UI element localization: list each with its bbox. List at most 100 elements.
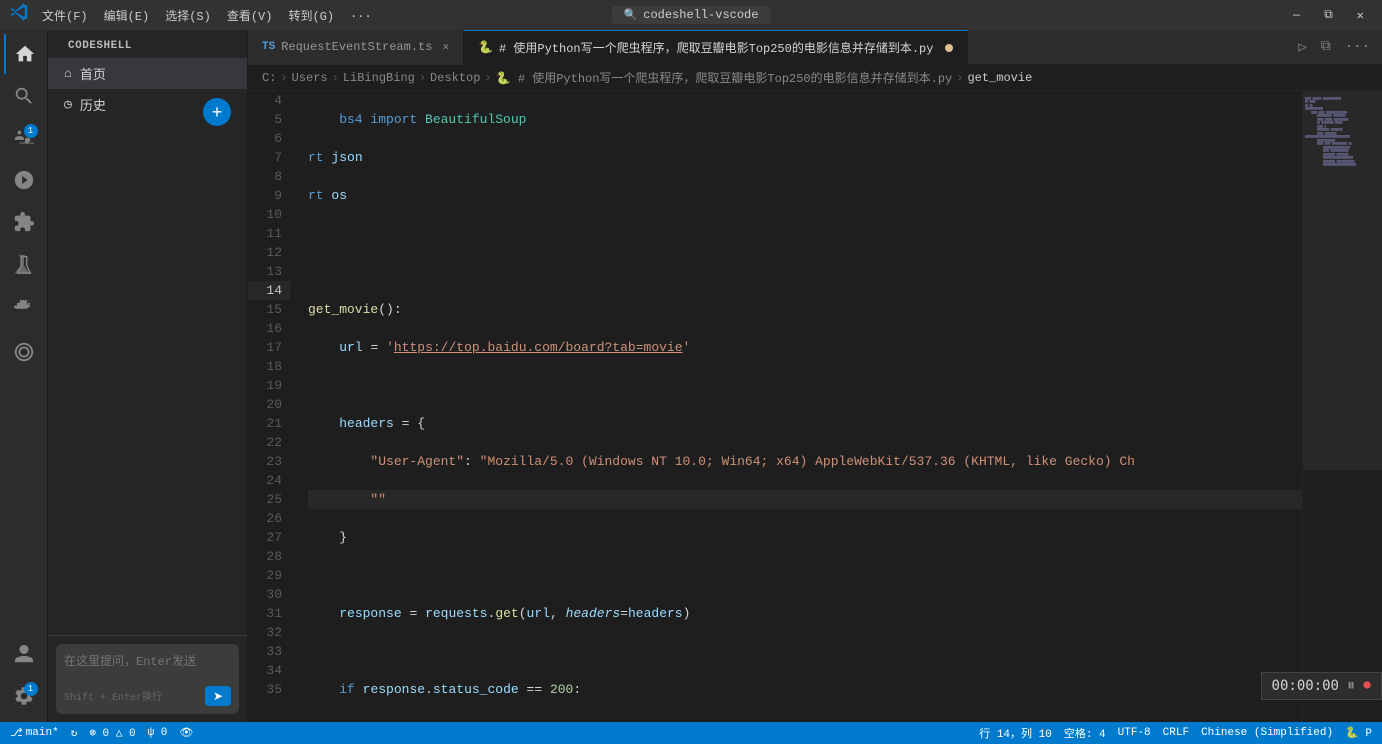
- breadcrumb-function[interactable]: get_movie: [967, 71, 1032, 85]
- home-icon: ⌂: [64, 66, 72, 81]
- tab-ts-close[interactable]: ✕: [442, 40, 449, 54]
- menu-file[interactable]: 文件(F): [36, 5, 94, 26]
- breadcrumb-drive[interactable]: C:: [262, 71, 276, 85]
- timer-pause-button[interactable]: ⏸: [1347, 677, 1355, 695]
- tabs-right-actions: ▷ ⧉ ···: [1294, 37, 1382, 58]
- tab-py-label: # 使用Python写一个爬虫程序，爬取豆瓣电影Top250的电影信息并存储到本…: [499, 39, 933, 56]
- chat-hint: Shift + Enter换行: [64, 688, 162, 704]
- split-editor-button[interactable]: ⧉: [1317, 37, 1335, 57]
- branch-name: main*: [26, 727, 59, 739]
- menu-goto[interactable]: 转到(G): [282, 5, 340, 26]
- tab-ts[interactable]: TS RequestEventStream.ts ✕: [248, 30, 464, 65]
- maximize-button[interactable]: ⧉: [1316, 6, 1341, 24]
- menu-more[interactable]: ...: [344, 5, 378, 26]
- activity-icon-settings[interactable]: 1: [4, 676, 44, 716]
- sidebar-home-label: 首页: [80, 64, 106, 83]
- activity-icon-run[interactable]: [4, 160, 44, 200]
- activity-icon-extensions[interactable]: [4, 202, 44, 242]
- activity-icon-home[interactable]: [4, 34, 44, 74]
- sidebar-item-home[interactable]: ⌂ 首页: [48, 58, 247, 89]
- activity-icon-search[interactable]: [4, 76, 44, 116]
- chat-area: Shift + Enter换行 ➤: [48, 635, 247, 722]
- code-line-17: response = requests.get(url, headers=hea…: [308, 604, 1302, 623]
- menu-view[interactable]: 查看(V): [221, 5, 279, 26]
- title-bar: 文件(F) 编辑(E) 选择(S) 查看(V) 转到(G) ... 🔍 code…: [0, 0, 1382, 30]
- status-bar: ⎇ main* ↻ ⊗ 0 △ 0 ψ 0 👁 行 14，列 10 空格: 4 …: [0, 722, 1382, 744]
- code-line-4: bs4 import BeautifulSoup: [308, 110, 1302, 129]
- chat-input-footer: Shift + Enter换行 ➤: [64, 686, 231, 706]
- menu-select[interactable]: 选择(S): [159, 5, 217, 26]
- title-bar-left: 文件(F) 编辑(E) 选择(S) 查看(V) 转到(G) ...: [10, 3, 378, 27]
- code-line-8: [308, 262, 1302, 281]
- tabs-bar: TS RequestEventStream.ts ✕ 🐍 # 使用Python写…: [248, 30, 1382, 65]
- modified-dot: [945, 44, 953, 52]
- status-left: ⎇ main* ↻ ⊗ 0 △ 0 ψ 0 👁: [10, 726, 193, 740]
- close-button[interactable]: ✕: [1349, 6, 1372, 25]
- code-line-19: if response.status_code == 200:: [308, 680, 1302, 699]
- py-icon: 🐍: [478, 40, 493, 55]
- activity-icon-flask[interactable]: [4, 244, 44, 284]
- code-line-9: get_movie():: [308, 300, 1302, 319]
- source-control-badge: 1: [24, 124, 38, 138]
- activity-icon-docker[interactable]: [4, 286, 44, 326]
- add-button[interactable]: +: [203, 98, 231, 126]
- status-eol[interactable]: CRLF: [1163, 727, 1189, 739]
- code-line-10: url = 'https://top.baidu.com/board?tab=m…: [308, 338, 1302, 357]
- code-line-13: "User-Agent": "Mozilla/5.0 (Windows NT 1…: [308, 452, 1302, 471]
- sidebar-title: CODESHELL: [48, 30, 247, 58]
- sidebar: CODESHELL ⌂ 首页 ◷ 历史 + Shift + Enter换行 ➤: [48, 30, 248, 722]
- status-errors[interactable]: ⊗ 0 △ 0: [89, 726, 135, 740]
- code-editor[interactable]: 4 5 6 7 8 9 10 11 12 13 14 15 16 17 18 1…: [248, 91, 1382, 722]
- activity-icon-account[interactable]: [4, 634, 44, 674]
- sidebar-history-label: 历史: [80, 95, 106, 114]
- editor-area: TS RequestEventStream.ts ✕ 🐍 # 使用Python写…: [248, 30, 1382, 722]
- window-controls: — ⧉ ✕: [1285, 6, 1372, 25]
- minimize-button[interactable]: —: [1285, 6, 1308, 24]
- breadcrumb-desktop[interactable]: Desktop: [430, 71, 480, 85]
- code-content[interactable]: bs4 import BeautifulSoup rt json rt os g…: [298, 91, 1302, 722]
- code-line-11: [308, 376, 1302, 395]
- status-sync[interactable]: ↻: [71, 726, 78, 740]
- title-search[interactable]: 🔍 codeshell-vscode: [612, 6, 771, 24]
- chat-send-button[interactable]: ➤: [205, 686, 231, 706]
- window-title: codeshell-vscode: [643, 8, 758, 22]
- chat-input-box: Shift + Enter换行 ➤: [56, 644, 239, 714]
- play-button[interactable]: ▷: [1294, 37, 1310, 58]
- activity-icon-plugin[interactable]: [4, 332, 44, 372]
- vscode-logo: [10, 3, 28, 27]
- timer-widget: 00:00:00 ⏸ ⏺: [1261, 672, 1382, 700]
- ts-icon: TS: [262, 41, 275, 53]
- more-actions-button[interactable]: ···: [1341, 37, 1374, 57]
- status-warnings[interactable]: ψ 0: [148, 727, 168, 739]
- status-encoding[interactable]: UTF-8: [1118, 727, 1151, 739]
- code-line-15: }: [308, 528, 1302, 547]
- code-line-14: "": [308, 490, 1302, 509]
- status-spaces[interactable]: 空格: 4: [1064, 725, 1106, 741]
- breadcrumb-file[interactable]: 🐍 # 使用Python写一个爬虫程序，爬取豆瓣电影Top250的电影信息并存储…: [496, 69, 953, 86]
- chat-input[interactable]: [64, 652, 231, 680]
- line-numbers: 4 5 6 7 8 9 10 11 12 13 14 15 16 17 18 1…: [248, 91, 298, 722]
- code-line-7: [308, 224, 1302, 243]
- add-button-container: +: [203, 98, 231, 126]
- history-icon: ◷: [64, 97, 72, 112]
- tab-py[interactable]: 🐍 # 使用Python写一个爬虫程序，爬取豆瓣电影Top250的电影信息并存储…: [464, 30, 968, 65]
- code-line-12: headers = {: [308, 414, 1302, 433]
- search-icon: 🔍: [624, 8, 638, 22]
- breadcrumb-users[interactable]: Users: [292, 71, 328, 85]
- status-right: 行 14，列 10 空格: 4 UTF-8 CRLF Chinese (Simp…: [979, 725, 1372, 741]
- minimap-slider[interactable]: [1303, 91, 1382, 470]
- activity-icon-source-control[interactable]: 1: [4, 118, 44, 158]
- code-line-5: rt json: [308, 148, 1302, 167]
- timer-record-button[interactable]: ⏺: [1363, 677, 1371, 695]
- tab-ts-label: RequestEventStream.ts: [281, 40, 432, 54]
- status-language[interactable]: Chinese (Simplified): [1201, 727, 1333, 739]
- status-eye[interactable]: 👁: [179, 726, 193, 740]
- activity-bar: 1 1: [0, 30, 48, 722]
- status-line-col[interactable]: 行 14，列 10: [979, 725, 1052, 741]
- branch-icon: ⎇: [10, 726, 23, 740]
- breadcrumb-user[interactable]: LiBingBing: [343, 71, 415, 85]
- main-layout: 1 1 CODESHELL ⌂: [0, 30, 1382, 722]
- menu-edit[interactable]: 编辑(E): [98, 5, 156, 26]
- status-branch[interactable]: ⎇ main*: [10, 726, 59, 740]
- status-python[interactable]: 🐍 P: [1345, 726, 1372, 740]
